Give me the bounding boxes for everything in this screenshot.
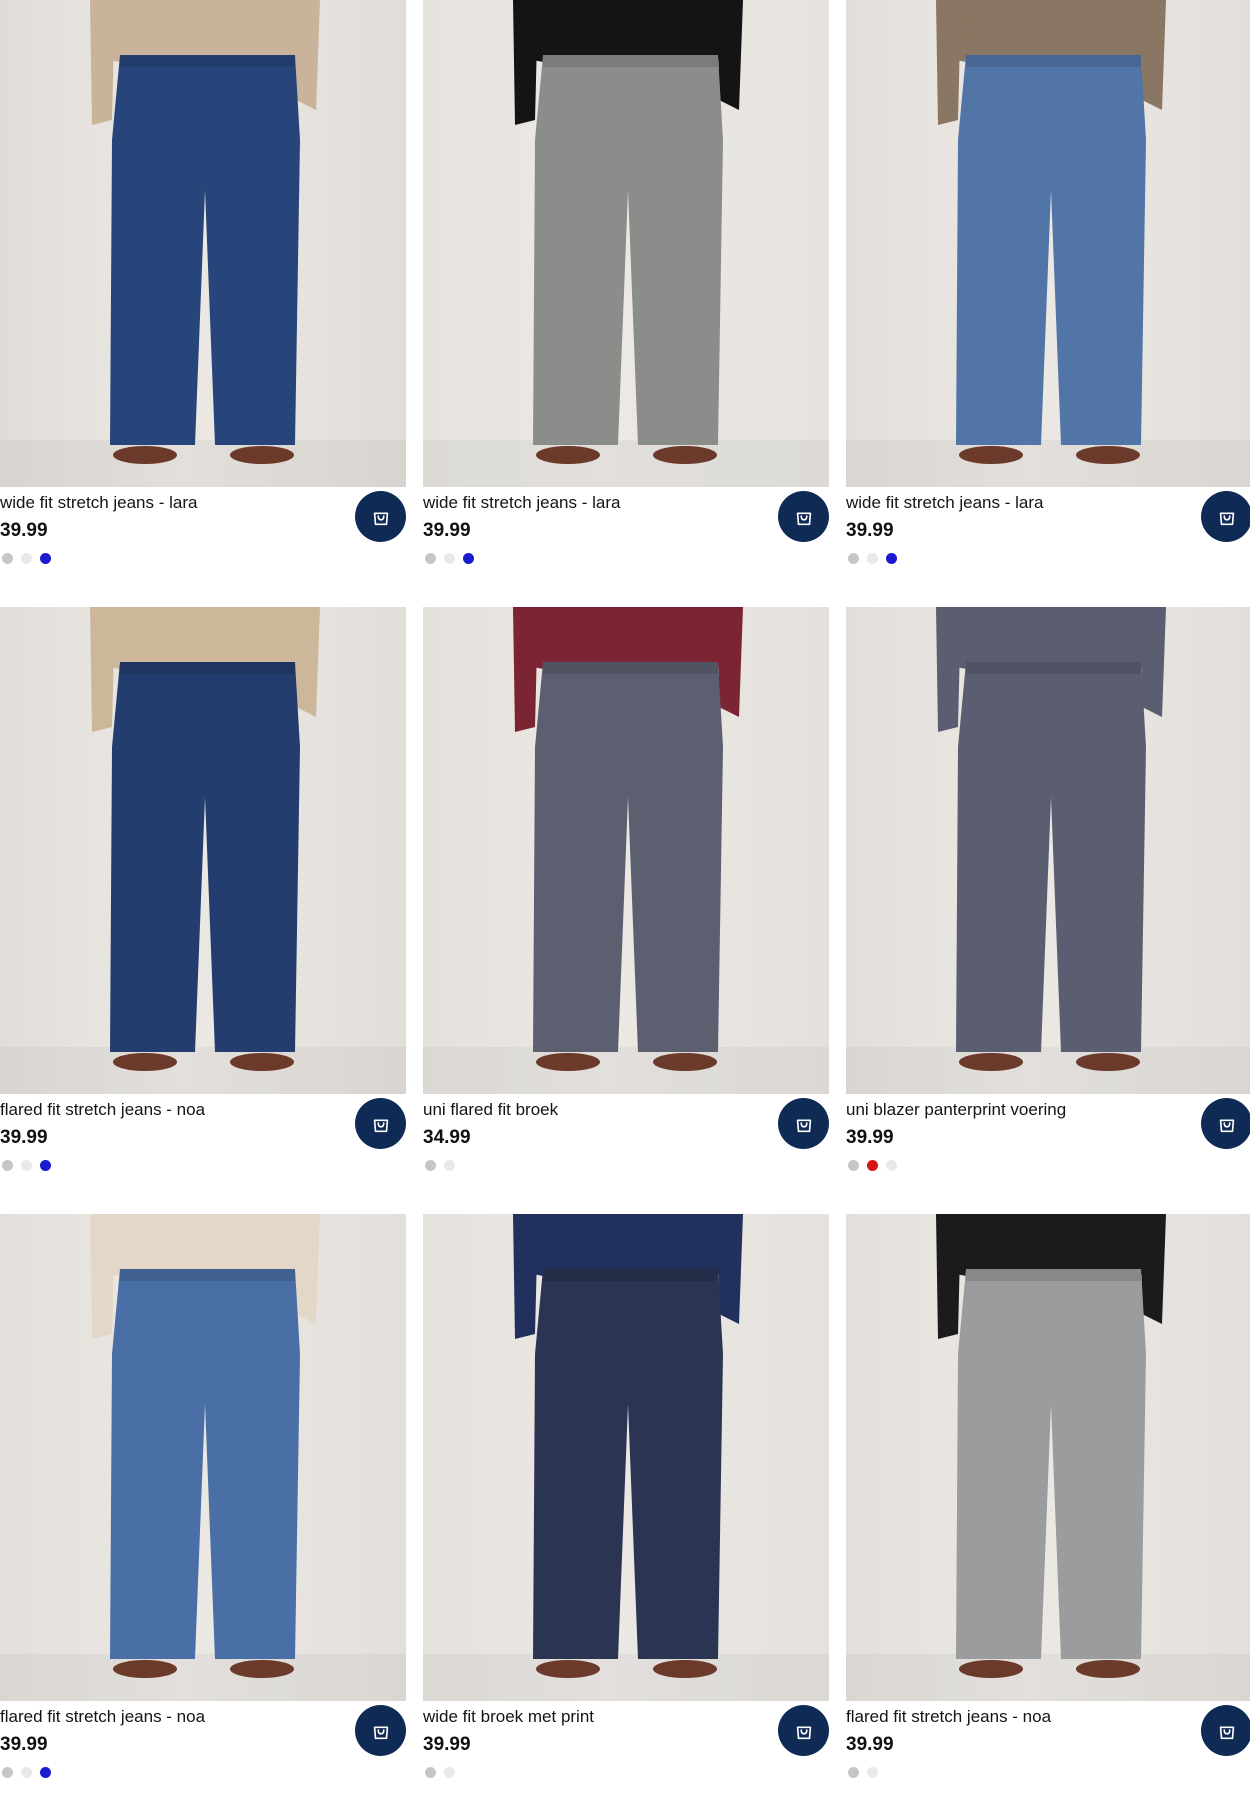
color-swatch[interactable] bbox=[40, 1160, 51, 1171]
product-image[interactable] bbox=[423, 0, 829, 487]
color-swatch[interactable] bbox=[886, 553, 897, 564]
shopping-bag-icon bbox=[1219, 512, 1234, 525]
color-swatch[interactable] bbox=[444, 553, 455, 564]
product-name[interactable]: flared fit stretch jeans - noa bbox=[846, 1707, 1051, 1727]
add-to-cart-button[interactable] bbox=[1201, 1098, 1250, 1149]
shopping-bag-icon bbox=[1219, 1119, 1234, 1132]
color-swatches bbox=[2, 1767, 51, 1778]
product-price: 39.99 bbox=[0, 1127, 48, 1148]
product-card[interactable]: wide fit stretch jeans - lara 39.99 bbox=[846, 0, 1250, 580]
color-swatch[interactable] bbox=[425, 1767, 436, 1778]
shopping-bag-icon bbox=[796, 1726, 811, 1739]
product-grid: wide fit stretch jeans - lara 39.99 wide f… bbox=[0, 0, 1250, 1778]
shopping-bag-icon bbox=[796, 512, 811, 525]
color-swatches bbox=[425, 553, 474, 564]
product-card[interactable]: wide fit broek met print 39.99 bbox=[423, 1214, 829, 1794]
product-price: 39.99 bbox=[846, 1734, 894, 1755]
color-swatch[interactable] bbox=[848, 1767, 859, 1778]
shopping-bag-icon bbox=[796, 1119, 811, 1132]
add-to-cart-button[interactable] bbox=[1201, 491, 1250, 542]
color-swatches bbox=[848, 1160, 897, 1171]
shopping-bag-icon bbox=[373, 512, 388, 525]
color-swatches bbox=[848, 1767, 878, 1778]
color-swatch[interactable] bbox=[40, 1767, 51, 1778]
product-card[interactable]: flared fit stretch jeans - noa 39.99 bbox=[0, 1214, 406, 1794]
color-swatch[interactable] bbox=[21, 1767, 32, 1778]
product-name[interactable]: uni flared fit broek bbox=[423, 1100, 558, 1120]
shopping-bag-icon bbox=[1219, 1726, 1234, 1739]
color-swatch[interactable] bbox=[21, 1160, 32, 1171]
add-to-cart-button[interactable] bbox=[778, 491, 829, 542]
product-image[interactable] bbox=[423, 1214, 829, 1701]
product-card[interactable]: uni flared fit broek 34.99 bbox=[423, 607, 829, 1187]
color-swatch[interactable] bbox=[463, 553, 474, 564]
color-swatches bbox=[425, 1160, 455, 1171]
add-to-cart-button[interactable] bbox=[778, 1705, 829, 1756]
product-name[interactable]: wide fit stretch jeans - lara bbox=[846, 493, 1043, 513]
product-price: 39.99 bbox=[846, 1127, 894, 1148]
color-swatch[interactable] bbox=[848, 553, 859, 564]
shopping-bag-icon bbox=[373, 1119, 388, 1132]
add-to-cart-button[interactable] bbox=[355, 1705, 406, 1756]
product-image[interactable] bbox=[846, 0, 1250, 487]
color-swatches bbox=[425, 1767, 455, 1778]
add-to-cart-button[interactable] bbox=[355, 491, 406, 542]
color-swatch[interactable] bbox=[444, 1160, 455, 1171]
add-to-cart-button[interactable] bbox=[355, 1098, 406, 1149]
product-card[interactable]: uni blazer panterprint voering 39.99 bbox=[846, 607, 1250, 1187]
product-price: 39.99 bbox=[0, 520, 48, 541]
product-name[interactable]: wide fit stretch jeans - lara bbox=[423, 493, 620, 513]
product-name[interactable]: flared fit stretch jeans - noa bbox=[0, 1707, 205, 1727]
add-to-cart-button[interactable] bbox=[778, 1098, 829, 1149]
color-swatch[interactable] bbox=[21, 553, 32, 564]
product-card[interactable]: flared fit stretch jeans - noa 39.99 bbox=[0, 607, 406, 1187]
color-swatch[interactable] bbox=[848, 1160, 859, 1171]
color-swatch[interactable] bbox=[425, 553, 436, 564]
product-image[interactable] bbox=[846, 1214, 1250, 1701]
color-swatches bbox=[2, 1160, 51, 1171]
product-name[interactable]: flared fit stretch jeans - noa bbox=[0, 1100, 205, 1120]
product-price: 39.99 bbox=[423, 1734, 471, 1755]
product-price: 39.99 bbox=[846, 520, 894, 541]
product-name[interactable]: wide fit broek met print bbox=[423, 1707, 594, 1727]
color-swatch[interactable] bbox=[867, 1160, 878, 1171]
product-name[interactable]: uni blazer panterprint voering bbox=[846, 1100, 1066, 1120]
color-swatches bbox=[2, 553, 51, 564]
color-swatch[interactable] bbox=[886, 1160, 897, 1171]
product-card[interactable]: flared fit stretch jeans - noa 39.99 bbox=[846, 1214, 1250, 1794]
color-swatch[interactable] bbox=[2, 1767, 13, 1778]
product-image[interactable] bbox=[0, 0, 406, 487]
add-to-cart-button[interactable] bbox=[1201, 1705, 1250, 1756]
product-card[interactable]: wide fit stretch jeans - lara 39.99 bbox=[423, 0, 829, 580]
product-price: 34.99 bbox=[423, 1127, 471, 1148]
color-swatch[interactable] bbox=[2, 553, 13, 564]
shopping-bag-icon bbox=[373, 1726, 388, 1739]
product-image[interactable] bbox=[0, 607, 406, 1094]
color-swatch[interactable] bbox=[40, 553, 51, 564]
product-name[interactable]: wide fit stretch jeans - lara bbox=[0, 493, 197, 513]
product-price: 39.99 bbox=[423, 520, 471, 541]
color-swatches bbox=[848, 553, 897, 564]
product-image[interactable] bbox=[0, 1214, 406, 1701]
product-price: 39.99 bbox=[0, 1734, 48, 1755]
color-swatch[interactable] bbox=[444, 1767, 455, 1778]
product-image[interactable] bbox=[846, 607, 1250, 1094]
color-swatch[interactable] bbox=[867, 553, 878, 564]
color-swatch[interactable] bbox=[2, 1160, 13, 1171]
product-card[interactable]: wide fit stretch jeans - lara 39.99 bbox=[0, 0, 406, 580]
color-swatch[interactable] bbox=[425, 1160, 436, 1171]
color-swatch[interactable] bbox=[867, 1767, 878, 1778]
product-image[interactable] bbox=[423, 607, 829, 1094]
